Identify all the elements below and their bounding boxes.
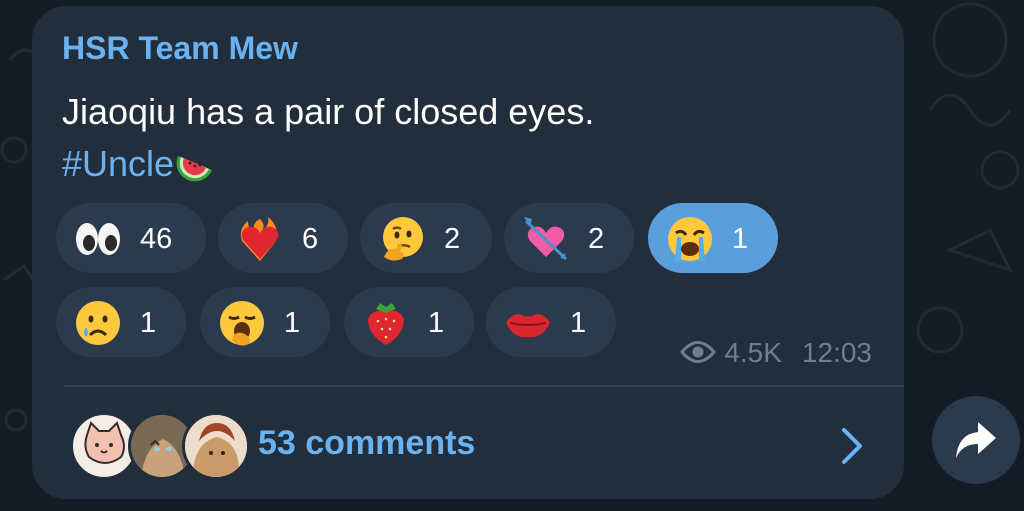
- message-text: Jiaoqiu has a pair of closed eyes. #Uncl…: [62, 86, 594, 190]
- chevron-right-icon: [842, 428, 862, 464]
- reaction-count: 1: [284, 307, 301, 339]
- message-line: Jiaoqiu has a pair of closed eyes.: [62, 91, 595, 132]
- hashtag-link[interactable]: #Uncle: [62, 143, 174, 184]
- divider: [64, 385, 904, 387]
- reaction-heart-on-fire[interactable]: 6: [218, 203, 348, 273]
- eye-icon: [680, 341, 717, 363]
- reaction-count: 1: [140, 307, 157, 339]
- message-time: 12:03: [801, 337, 872, 368]
- comments-button[interactable]: 53 comments: [32, 388, 904, 498]
- reaction-count: 2: [444, 223, 461, 255]
- reaction-count: 1: [428, 307, 445, 339]
- reaction-count: 1: [570, 307, 587, 339]
- reaction-heart-with-arrow[interactable]: 2: [504, 203, 634, 273]
- share-button[interactable]: [932, 396, 1020, 484]
- reaction-count: 1: [732, 223, 749, 255]
- eyes-emoji: [76, 223, 120, 255]
- channel-name[interactable]: HSR Team Mew: [62, 30, 298, 67]
- reaction-yawning-face[interactable]: 1: [200, 287, 330, 357]
- reaction-count: 46: [140, 223, 173, 255]
- reaction-thinking-face[interactable]: 2: [360, 203, 492, 273]
- message-meta: 4.5K 12:03: [680, 337, 872, 369]
- watermelon-icon: [176, 156, 213, 182]
- yawning-face-emoji: [220, 301, 264, 346]
- reaction-crying-face[interactable]: 1: [56, 287, 186, 357]
- reaction-eyes[interactable]: 46: [56, 203, 206, 273]
- strawberry-emoji: [368, 303, 404, 345]
- reaction-strawberry[interactable]: 1: [344, 287, 474, 357]
- reaction-count: 6: [302, 223, 319, 255]
- share-arrow-icon: [956, 422, 996, 458]
- thinking-face-emoji: [383, 217, 423, 261]
- anime-character-avatar: [182, 412, 250, 480]
- hashtag-line: #Uncle: [62, 138, 594, 190]
- views-count: 4.5K: [724, 337, 782, 368]
- reaction-kiss-mark[interactable]: 1: [486, 287, 616, 357]
- comments-label: 53 comments: [258, 424, 476, 462]
- reaction-count: 2: [588, 223, 605, 255]
- reaction-loudly-crying-face[interactable]: 1: [648, 203, 778, 273]
- loudly-crying-face-emoji: [668, 217, 712, 261]
- heart-with-arrow-emoji: [524, 217, 568, 261]
- message-bubble[interactable]: HSR Team Mew Jiaoqiu has a pair of close…: [32, 6, 904, 499]
- kiss-mark-emoji: [506, 314, 550, 338]
- heart-on-fire-emoji: [240, 217, 279, 261]
- crying-face-emoji: [76, 301, 120, 345]
